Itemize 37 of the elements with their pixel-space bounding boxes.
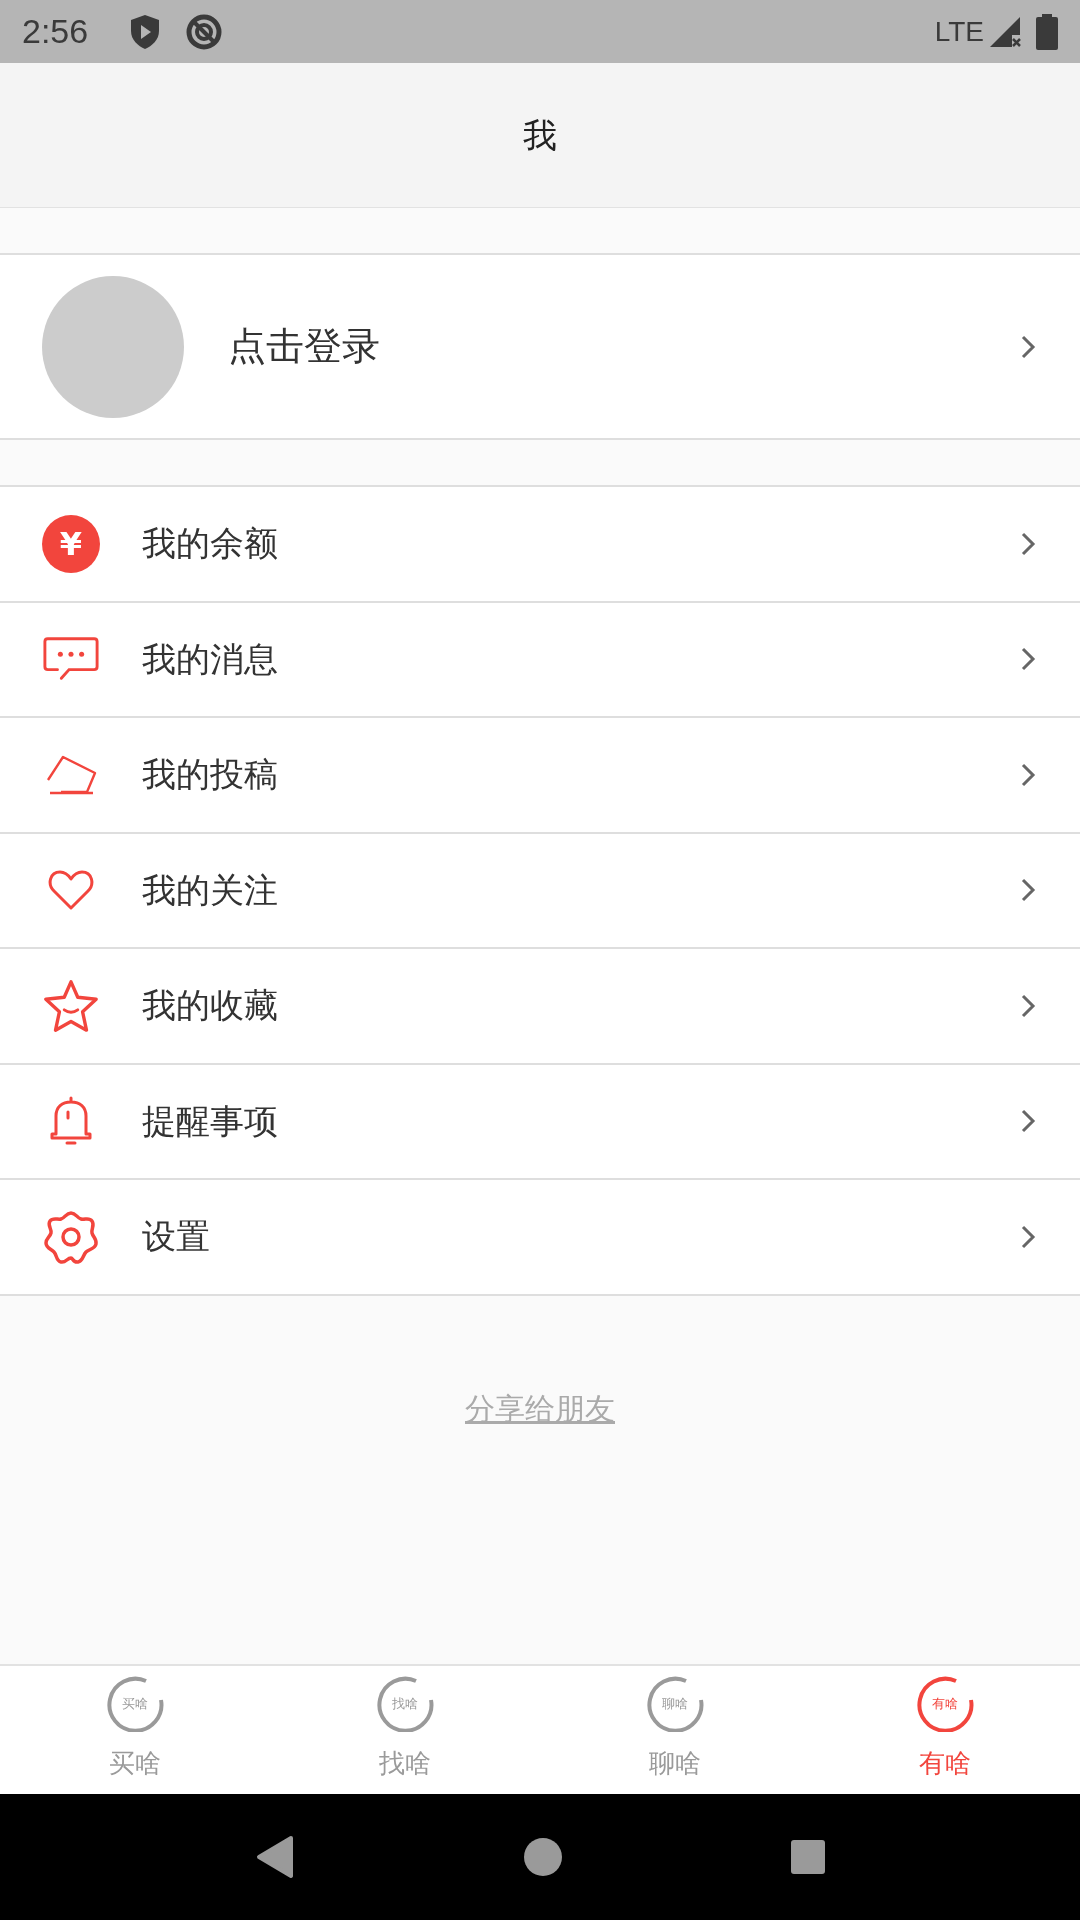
chevron-right-icon: [1020, 333, 1036, 360]
chevron-right-icon: [1020, 1108, 1036, 1135]
chevron-right-icon: [1020, 877, 1036, 904]
menu-item[interactable]: 设置: [0, 1180, 1080, 1296]
chevron-right-icon: [1020, 761, 1036, 788]
menu-label: 提醒事项: [142, 1099, 279, 1143]
menu-item[interactable]: 我的消息: [0, 602, 1080, 718]
yen-icon: ¥: [42, 514, 100, 573]
back-icon[interactable]: [254, 1835, 295, 1879]
home-button[interactable]: [524, 1838, 562, 1876]
menu-label: 我的消息: [142, 637, 279, 681]
recents-button[interactable]: [791, 1840, 826, 1874]
tilted-card-icon: [45, 753, 97, 796]
network-type: LTE: [934, 14, 984, 49]
battery-icon: [1036, 13, 1058, 50]
menu-label: 设置: [142, 1215, 211, 1259]
chevron-right-icon: [1020, 646, 1036, 673]
menu-item[interactable]: ¥ 我的余额: [0, 487, 1080, 603]
login-row[interactable]: 点击登录: [0, 253, 1080, 440]
shield-icon: [130, 13, 161, 50]
gear-icon: [43, 1208, 99, 1265]
chevron-right-icon: [1020, 1223, 1036, 1250]
menu-label: 我的关注: [142, 868, 279, 912]
blocked-circle-icon: [185, 12, 224, 51]
chevron-right-icon: [1020, 992, 1036, 1019]
tab[interactable]: 有啥 有啥: [810, 1666, 1080, 1794]
chevron-right-icon: [1020, 530, 1036, 557]
login-label: 点击登录: [228, 323, 381, 370]
status-time: 2:56: [22, 11, 89, 52]
menu-item[interactable]: 我的投稿: [0, 718, 1080, 834]
menu-label: 我的投稿: [142, 753, 279, 797]
menu-item[interactable]: 提醒事项: [0, 1064, 1080, 1180]
menu-item[interactable]: 我的收藏: [0, 949, 1080, 1065]
menu-label: 我的余额: [142, 522, 279, 566]
page-title: 我: [523, 113, 557, 157]
menu-label: 我的收藏: [142, 984, 279, 1028]
menu-item[interactable]: 我的关注: [0, 833, 1080, 949]
